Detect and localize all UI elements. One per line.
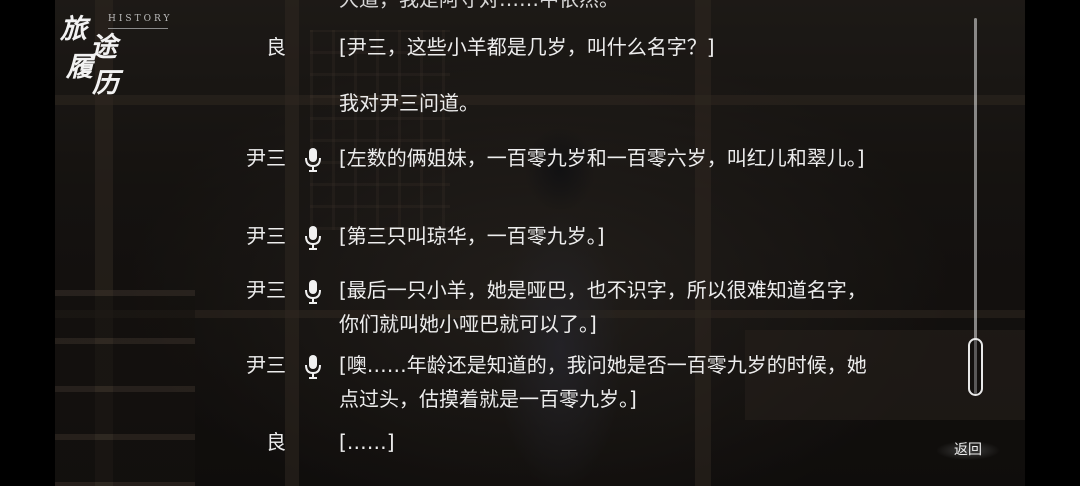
entry-text: 大道，我是阿守对……中依然。	[339, 0, 869, 16]
entry-text: 我对尹三问道。	[339, 91, 479, 115]
microphone-icon	[305, 280, 321, 304]
voice-replay-button[interactable]	[300, 145, 326, 175]
speaker-name: 尹三	[246, 224, 286, 248]
dialogue-log[interactable]: 大道，我是阿守对……中依然。 良 [尹三，这些小羊都是几岁，叫什么名字？] 我对…	[0, 0, 1080, 486]
scrollbar-thumb[interactable]	[968, 338, 983, 396]
speaker-name: 尹三	[246, 146, 286, 170]
back-button-label: 返回	[954, 442, 982, 458]
speaker-name: 良	[266, 430, 286, 454]
voice-replay-button[interactable]	[300, 277, 326, 307]
back-button[interactable]: 返回	[928, 434, 1008, 464]
entry-text: [……]	[339, 430, 395, 454]
speaker-name: 尹三	[246, 278, 286, 302]
entry-text: [最后一只小羊，她是哑巴，也不识字，所以很难知道名字，你们就叫她小哑巴就可以了。…	[339, 278, 867, 336]
voice-replay-button[interactable]	[300, 352, 326, 382]
entry-text: [第三只叫琼华，一百零九岁。]	[339, 224, 605, 248]
microphone-icon	[305, 355, 321, 379]
speaker-name: 尹三	[246, 353, 286, 377]
entry-text: [尹三，这些小羊都是几岁，叫什么名字？]	[339, 35, 715, 59]
entry-text: [噢……年龄还是知道的，我问她是否一百零九岁的时候，她点过头，估摸着就是一百零九…	[339, 353, 867, 411]
voice-replay-button[interactable]	[300, 223, 326, 253]
speaker-name: 良	[266, 35, 286, 59]
microphone-icon	[305, 148, 321, 172]
microphone-icon	[305, 226, 321, 250]
entry-text: [左数的俩姐妹，一百零九岁和一百零六岁，叫红儿和翠儿。]	[339, 146, 865, 170]
